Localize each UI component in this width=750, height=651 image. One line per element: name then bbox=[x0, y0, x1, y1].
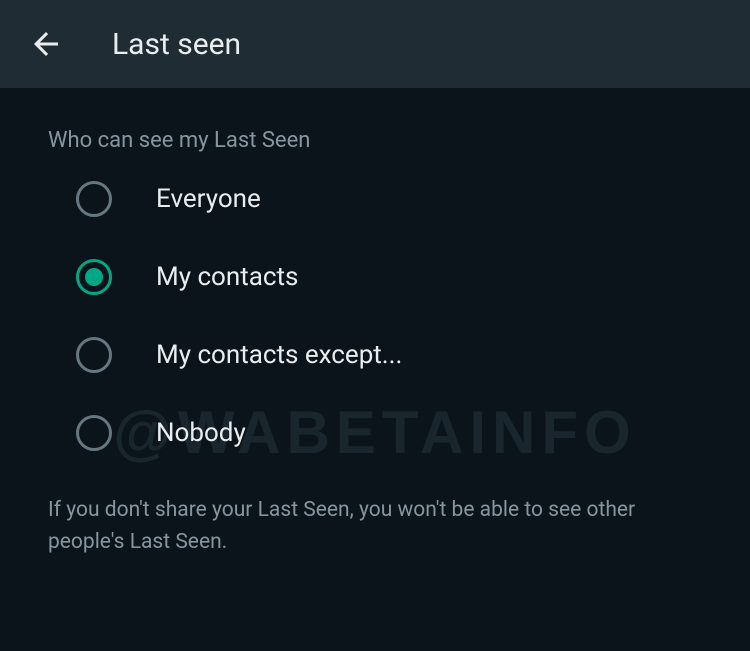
option-nobody[interactable]: Nobody bbox=[76, 415, 702, 451]
radio-icon bbox=[76, 337, 112, 373]
back-button[interactable] bbox=[28, 26, 64, 62]
radio-group: Everyone My contacts My contacts except.… bbox=[48, 181, 702, 451]
radio-icon bbox=[76, 181, 112, 217]
option-label: Nobody bbox=[156, 418, 246, 448]
option-label: Everyone bbox=[156, 184, 261, 214]
section-label: Who can see my Last Seen bbox=[48, 128, 702, 153]
option-my-contacts[interactable]: My contacts bbox=[76, 259, 702, 295]
back-arrow-icon bbox=[28, 26, 64, 62]
app-header: Last seen bbox=[0, 0, 750, 88]
help-text: If you don't share your Last Seen, you w… bbox=[48, 495, 702, 558]
settings-content: Who can see my Last Seen Everyone My con… bbox=[0, 88, 750, 558]
option-everyone[interactable]: Everyone bbox=[76, 181, 702, 217]
option-label: My contacts except... bbox=[156, 340, 402, 370]
radio-icon bbox=[76, 259, 112, 295]
option-label: My contacts bbox=[156, 262, 298, 292]
option-my-contacts-except[interactable]: My contacts except... bbox=[76, 337, 702, 373]
radio-icon bbox=[76, 415, 112, 451]
page-title: Last seen bbox=[112, 27, 241, 62]
